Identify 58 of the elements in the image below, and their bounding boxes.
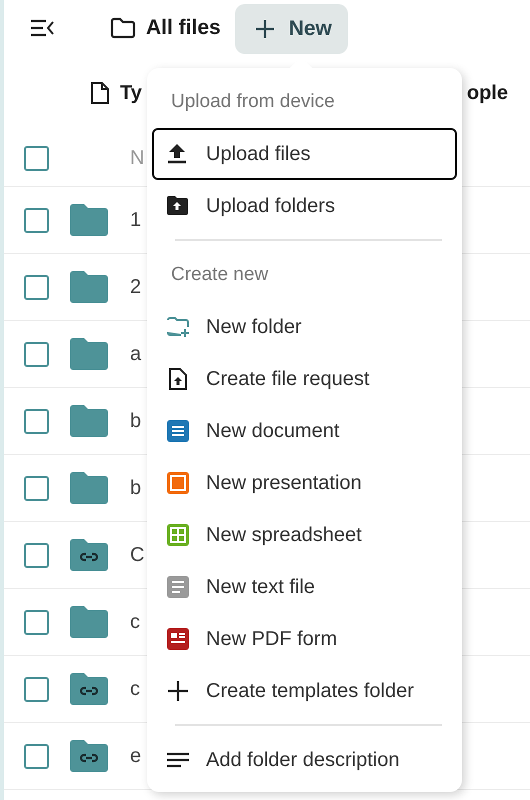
menu-item[interactable]: New text file [152,561,457,613]
file-name[interactable]: c [130,610,140,634]
file-name[interactable]: a [130,342,142,366]
shared-folder-icon [70,539,108,571]
folder-icon [70,271,108,303]
folder-icon [70,338,108,370]
checkbox[interactable] [24,542,49,568]
checkbox[interactable] [24,342,49,366]
file-name[interactable]: C [130,544,144,566]
menu-item[interactable]: Create file request [152,353,457,405]
column-header[interactable]: Ty [90,81,142,105]
menu-item[interactable]: Upload folders [152,180,457,232]
spreadsheet-icon [166,523,190,547]
folder-icon [70,204,108,236]
shared-folder-icon [70,673,108,705]
folder-icon [70,472,108,504]
checkbox[interactable] [24,208,49,232]
checkbox[interactable] [24,408,49,434]
checkbox[interactable] [24,676,49,702]
menu-item[interactable]: New PDF form [152,613,457,665]
file-upload-icon [166,367,190,391]
presentation-icon [166,471,190,495]
checkbox[interactable] [24,476,49,500]
checkbox[interactable] [24,274,49,300]
menu-item[interactable]: New folder [152,301,457,353]
file-name[interactable]: e [130,744,142,768]
sidebar-toggle-icon[interactable] [30,19,54,37]
shared-folder-icon [70,740,108,772]
checkbox[interactable] [24,744,49,768]
breadcrumb-link[interactable]: All files [110,16,221,40]
text-file-icon [166,575,190,599]
new-button[interactable]: New [234,4,348,54]
file-name[interactable]: 2 [130,276,142,298]
file-name[interactable]: c [130,678,140,700]
folder-upload-icon [166,194,190,218]
folder-plus-icon [166,315,190,339]
menu-item[interactable]: New document [152,405,457,457]
column-header[interactable]: ople [466,82,508,104]
menu-item[interactable]: New presentation [152,457,457,509]
section-heading: Upload from device [170,90,336,114]
file-name[interactable]: b [130,410,142,432]
file-name[interactable]: b [130,476,142,500]
form-icon [166,627,190,651]
menu-item[interactable]: Upload files [152,128,457,180]
menu-item[interactable]: Add folder description [152,734,457,786]
folder-icon [110,17,136,39]
folder-icon [70,606,108,638]
menu-item[interactable]: Create templates folder [152,665,457,717]
menu-item[interactable]: New spreadsheet [152,509,457,561]
document-icon [166,419,190,443]
checkbox[interactable] [24,146,49,170]
checkbox[interactable] [24,610,49,634]
file-icon [90,81,110,105]
section-heading: Create new [170,263,270,287]
folder-icon [70,405,108,437]
plus-icon [166,679,190,703]
plus-icon [254,19,275,39]
file-name[interactable]: 1 [130,208,142,232]
